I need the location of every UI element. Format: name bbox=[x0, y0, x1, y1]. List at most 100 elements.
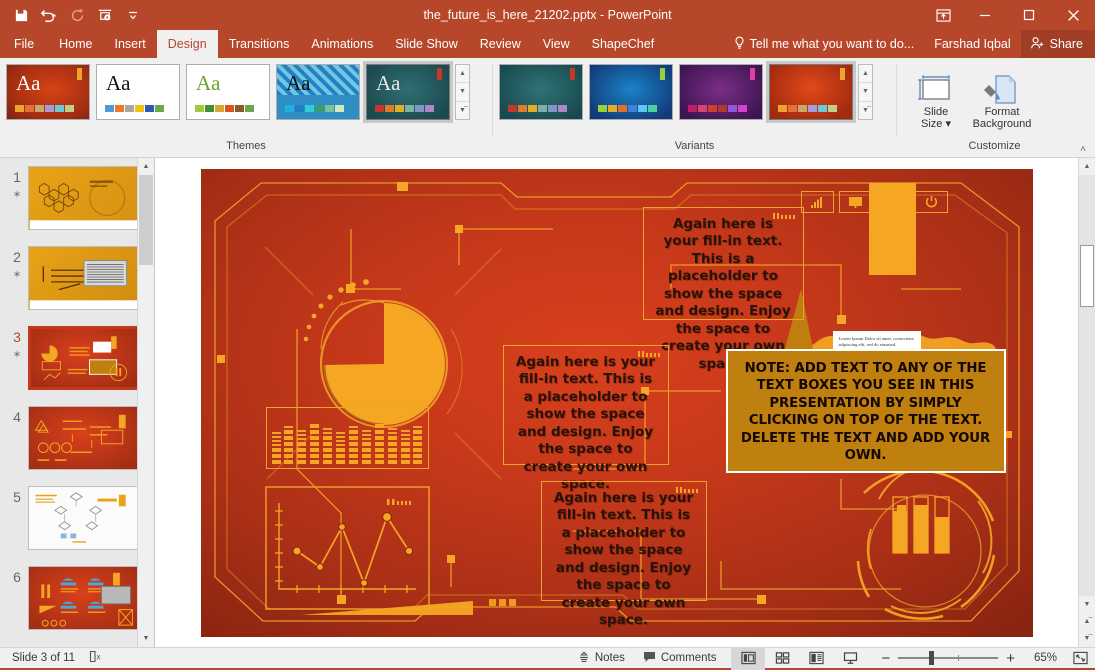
tab-file[interactable]: File bbox=[0, 30, 48, 58]
slide-canvas[interactable]: Again here is your fill-in text. This is… bbox=[200, 168, 1033, 637]
variant-purple[interactable] bbox=[679, 64, 763, 120]
theme-office-white[interactable]: Aa bbox=[96, 64, 180, 120]
themes-more-icon[interactable]: ▼̅ bbox=[456, 102, 469, 119]
tab-view[interactable]: View bbox=[532, 30, 581, 58]
comment-icon bbox=[643, 651, 656, 666]
slide-list[interactable]: 1 ✶ 2 ✶ 3 ✶ 4 5 6 bbox=[0, 158, 154, 638]
theme-facet-green[interactable]: Aa bbox=[186, 64, 270, 120]
view-buttons[interactable] bbox=[731, 646, 867, 670]
slide-thumbnail-preview[interactable] bbox=[28, 486, 140, 550]
slide-panel-scroll-up-icon[interactable]: ▲ bbox=[138, 158, 154, 175]
theme-ion-teal[interactable]: Aa bbox=[366, 64, 450, 120]
canvas-scroll-down-icon[interactable]: ▼ bbox=[1079, 596, 1095, 613]
maximize-icon[interactable] bbox=[1007, 0, 1051, 30]
spell-check-icon[interactable]: x bbox=[89, 650, 103, 666]
themes-scroll-buttons[interactable]: ▲ ▼ ▼̅ bbox=[455, 64, 470, 120]
slide-show-view-button[interactable] bbox=[833, 647, 867, 670]
title-bar: the_future_is_here_21202.pptx - PowerPoi… bbox=[0, 0, 1095, 30]
tab-animations[interactable]: Animations bbox=[300, 30, 384, 58]
slide-thumbnail-preview[interactable] bbox=[28, 406, 140, 470]
close-icon[interactable] bbox=[1051, 0, 1095, 30]
tab-insert[interactable]: Insert bbox=[104, 30, 157, 58]
zoom-control[interactable]: − + 65% bbox=[867, 650, 1065, 667]
tab-transitions[interactable]: Transitions bbox=[218, 30, 301, 58]
bar-chart-icon[interactable] bbox=[800, 190, 834, 213]
book-icon[interactable] bbox=[838, 190, 872, 213]
variants-scroll-buttons[interactable]: ▲ ▼ ▼̅ bbox=[858, 64, 873, 120]
variant-orange-red[interactable] bbox=[769, 64, 853, 120]
tell-me-search[interactable]: Tell me what you want to do... bbox=[724, 36, 925, 53]
ribbon-display-options-icon[interactable] bbox=[923, 0, 963, 30]
variant-teal[interactable] bbox=[499, 64, 583, 120]
slide-thumbnail-preview[interactable] bbox=[28, 326, 140, 390]
normal-view-button[interactable] bbox=[731, 646, 766, 670]
user-account-name[interactable]: Farshad Iqbal bbox=[924, 37, 1020, 51]
equalizer-cell bbox=[310, 441, 320, 446]
slide-thumbnail-item-6[interactable]: 6 bbox=[0, 558, 154, 638]
tab-slide-show[interactable]: Slide Show bbox=[384, 30, 469, 58]
format-background-button[interactable]: Format Background bbox=[973, 64, 1031, 130]
variants-scroll-down-icon[interactable]: ▼ bbox=[859, 83, 872, 102]
textbox-bottom[interactable]: Again here is your fill-in text. This is… bbox=[540, 480, 707, 628]
customize-qat-icon[interactable] bbox=[120, 3, 146, 27]
slide-panel-scroll-down-icon[interactable]: ▼ bbox=[138, 630, 154, 647]
start-presentation-icon[interactable] bbox=[92, 3, 118, 27]
notes-button[interactable]: Notes bbox=[569, 650, 634, 666]
variants-gallery[interactable] bbox=[499, 64, 853, 120]
variants-scroll-up-icon[interactable]: ▲ bbox=[859, 65, 872, 84]
themes-scroll-down-icon[interactable]: ▼ bbox=[456, 83, 469, 102]
canvas-scroll-thumb[interactable] bbox=[1080, 245, 1094, 307]
slide-thumbnail-preview[interactable] bbox=[28, 246, 140, 310]
theme-berlin-blue[interactable]: AaAa bbox=[276, 64, 360, 120]
slide-thumbnail-panel[interactable]: 1 ✶ 2 ✶ 3 ✶ 4 5 6 ▲ ▼ bbox=[0, 158, 155, 647]
themes-scroll-up-icon[interactable]: ▲ bbox=[456, 65, 469, 84]
share-button[interactable]: Share bbox=[1020, 30, 1095, 58]
textbox-top-right[interactable]: Again here is your fill-in text. This is… bbox=[642, 206, 804, 372]
slide-thumbnail-item-5[interactable]: 5 bbox=[0, 478, 154, 558]
slide-thumbnail-item-1[interactable]: 1 ✶ bbox=[0, 158, 154, 238]
variant-blue[interactable] bbox=[589, 64, 673, 120]
slide-thumbnail-preview[interactable] bbox=[28, 566, 140, 630]
tab-shapechef[interactable]: ShapeChef bbox=[581, 30, 666, 58]
zoom-out-button[interactable]: − bbox=[881, 650, 890, 667]
textbox-middle[interactable]: Again here is your fill-in text. This is… bbox=[502, 344, 669, 492]
tab-review[interactable]: Review bbox=[469, 30, 532, 58]
equalizer-chart bbox=[265, 406, 429, 469]
collapse-ribbon-icon[interactable]: ˄ bbox=[1080, 144, 1086, 155]
save-icon[interactable] bbox=[8, 3, 34, 27]
accent-bar bbox=[868, 182, 916, 275]
slide-thumbnail-preview[interactable] bbox=[28, 166, 140, 230]
canvas-scroll-up-icon[interactable]: ▲ bbox=[1079, 158, 1095, 175]
minimize-icon[interactable] bbox=[963, 0, 1007, 30]
power-icon[interactable] bbox=[914, 190, 948, 213]
next-slide-button[interactable]: ▼̅ bbox=[1079, 630, 1095, 647]
zoom-percent[interactable]: 65% bbox=[1023, 652, 1057, 664]
themes-gallery[interactable]: AaAaAaAaAaAa bbox=[6, 64, 450, 120]
undo-icon[interactable] bbox=[36, 3, 62, 27]
slide-thumbnail-item-4[interactable]: 4 bbox=[0, 398, 154, 478]
zoom-in-button[interactable]: + bbox=[1006, 650, 1015, 667]
theme-office-red[interactable]: Aa bbox=[6, 64, 90, 120]
slide-thumbnail-item-2[interactable]: 2 ✶ bbox=[0, 238, 154, 318]
equalizer-cell bbox=[284, 435, 294, 440]
slide-panel-scroll-thumb[interactable] bbox=[139, 175, 153, 265]
variants-more-icon[interactable]: ▼̅ bbox=[859, 102, 872, 119]
tab-design[interactable]: Design bbox=[156, 30, 218, 58]
zoom-slider-knob[interactable] bbox=[929, 651, 935, 665]
slide-thumbnail-item-3[interactable]: 3 ✶ bbox=[0, 318, 154, 398]
previous-slide-button[interactable]: ▲̅ bbox=[1079, 613, 1095, 630]
slide-indicator[interactable]: Slide 3 of 11 bbox=[12, 652, 75, 664]
slide-size-button[interactable]: Slide Size ▾ bbox=[907, 64, 965, 130]
slide-panel-scrollbar[interactable]: ▲ ▼ bbox=[137, 158, 154, 647]
tab-home[interactable]: Home bbox=[48, 30, 103, 58]
canvas-scrollbar[interactable]: ▲ ▼ ▲̅ ▼̅ bbox=[1078, 158, 1095, 647]
note-callout[interactable]: NOTE: ADD TEXT TO ANY OF THE TEXT BOXES … bbox=[725, 348, 1006, 473]
reading-view-button[interactable] bbox=[799, 647, 833, 670]
fit-slide-to-window-icon[interactable] bbox=[1065, 651, 1095, 665]
canvas-scroll-track[interactable] bbox=[1079, 175, 1095, 596]
zoom-slider[interactable] bbox=[898, 651, 999, 665]
zoom-slider-rail bbox=[898, 657, 999, 659]
redo-icon[interactable] bbox=[64, 3, 90, 27]
slide-sorter-view-button[interactable] bbox=[765, 647, 799, 670]
comments-button[interactable]: Comments bbox=[634, 651, 726, 666]
